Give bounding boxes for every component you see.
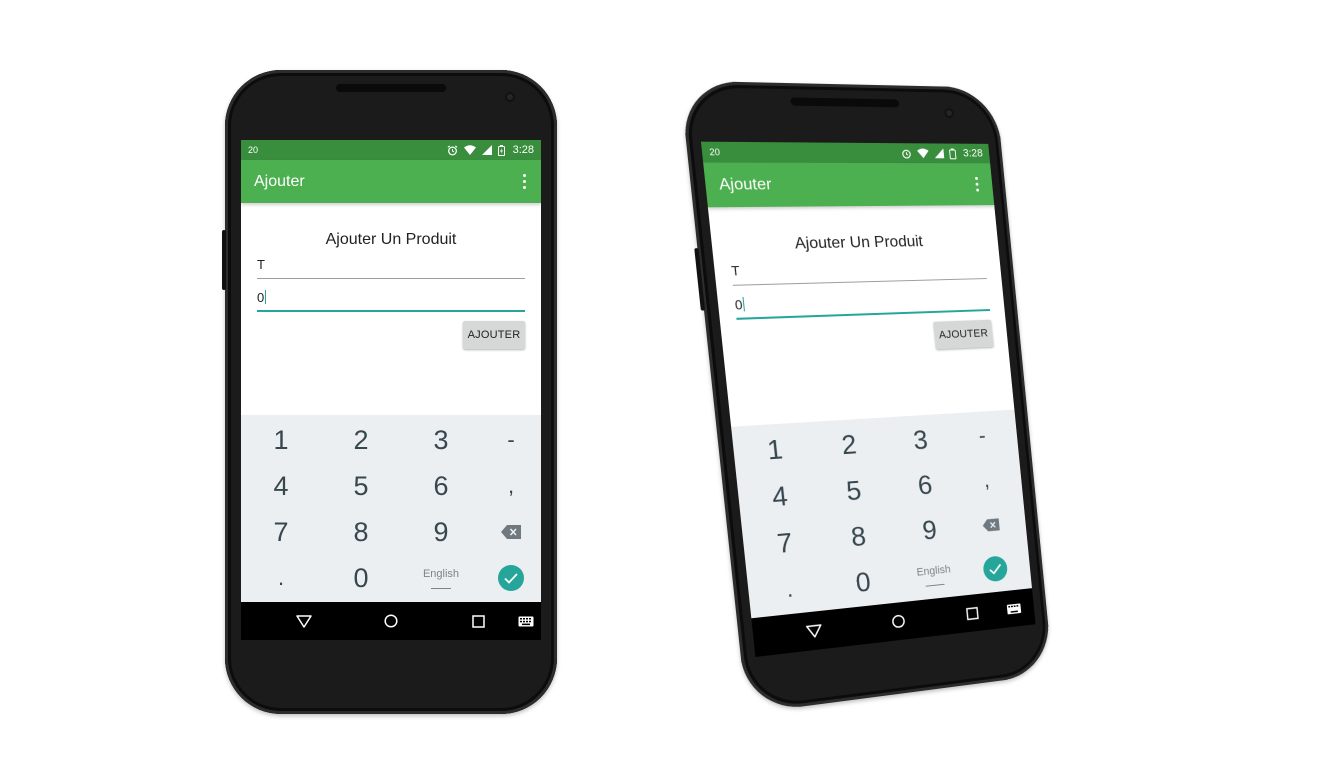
wifi-icon <box>463 145 476 155</box>
backspace-icon[interactable] <box>471 509 541 555</box>
key-9[interactable]: 9 <box>401 509 481 555</box>
key-6[interactable]: 6 <box>401 463 481 509</box>
volume-button <box>222 230 226 290</box>
app-bar: Ajouter <box>241 160 541 203</box>
overflow-menu-icon[interactable] <box>517 172 531 192</box>
status-bar: 20 3:28 <box>700 141 991 164</box>
signal-icon <box>481 145 492 155</box>
overflow-menu-icon[interactable] <box>969 174 984 194</box>
clock: 3:28 <box>512 144 534 156</box>
page-heading: Ajouter Un Produit <box>325 231 457 248</box>
key-comma[interactable]: , <box>947 455 1025 505</box>
key-8[interactable]: 8 <box>817 510 900 563</box>
clock: 3:28 <box>962 147 984 160</box>
product-name-value: T <box>257 257 265 272</box>
text-caret <box>742 296 746 312</box>
phone-angled: 20 3:28 Ajouter Ajouter Un Produit T 0 A… <box>679 80 1054 714</box>
text-caret <box>265 290 267 304</box>
phone-front: 20 3:28 Ajouter Ajouter Un Produit T 0 A… <box>222 70 557 714</box>
speaker-grille <box>790 97 900 108</box>
app-bar: Ajouter <box>703 162 995 208</box>
key-2[interactable]: 2 <box>321 417 401 463</box>
quantity-value: 0 <box>734 296 744 313</box>
home-icon[interactable] <box>371 602 411 640</box>
key-1[interactable]: 1 <box>241 417 321 463</box>
key-5[interactable]: 5 <box>812 465 895 517</box>
add-button[interactable]: AJOUTER <box>933 319 994 350</box>
keyboard-switch-icon[interactable] <box>994 588 1034 628</box>
wifi-icon <box>916 148 929 159</box>
key-comma[interactable]: , <box>471 463 541 509</box>
screen: 20 3:28 Ajouter Ajouter Un Produit T 0 A… <box>241 140 541 640</box>
key-2[interactable]: 2 <box>807 419 890 470</box>
check-icon <box>982 555 1009 583</box>
volume-button <box>694 248 706 311</box>
key-7[interactable]: 7 <box>741 516 827 570</box>
alarm-icon <box>900 148 912 159</box>
key-1[interactable]: 1 <box>731 424 817 476</box>
app-title: Ajouter <box>254 172 305 190</box>
alarm-icon <box>447 144 457 155</box>
key-5[interactable]: 5 <box>321 463 401 509</box>
key-0[interactable]: 0 <box>321 555 401 601</box>
key-minus[interactable]: - <box>471 417 541 463</box>
form-container: Ajouter Un Produit T 0 AJOUTER <box>708 205 1014 427</box>
key-3[interactable]: 3 <box>401 417 481 463</box>
navigation-bar <box>241 602 541 640</box>
backspace-icon[interactable] <box>952 499 1030 550</box>
product-name-field[interactable]: T <box>730 254 987 286</box>
key-7[interactable]: 7 <box>241 509 321 555</box>
language-key[interactable]: English <box>401 555 481 601</box>
product-name-field[interactable]: T <box>257 253 525 279</box>
form-container: Ajouter Un Produit T 0 AJOUTER <box>241 203 541 415</box>
recents-icon[interactable] <box>458 602 498 640</box>
back-icon[interactable] <box>284 602 324 640</box>
key-minus[interactable]: - <box>943 411 1021 460</box>
check-icon <box>498 565 524 591</box>
notification-count: 20 <box>708 146 721 158</box>
signal-icon <box>933 148 944 159</box>
done-key[interactable] <box>471 555 541 601</box>
key-period[interactable]: . <box>746 563 832 618</box>
page-heading: Ajouter Un Produit <box>794 233 924 253</box>
key-8[interactable]: 8 <box>321 509 401 555</box>
language-label: English <box>422 567 460 580</box>
notification-count: 20 <box>248 145 259 155</box>
battery-icon <box>497 144 505 156</box>
battery-icon <box>948 148 956 159</box>
front-camera <box>505 92 515 102</box>
key-period[interactable]: . <box>241 555 321 601</box>
numeric-keyboard: 1 2 3 - 4 5 6 , 7 8 9 . 0 English <box>731 409 1033 619</box>
keyboard-switch-icon[interactable] <box>506 602 541 640</box>
app-title: Ajouter <box>718 175 773 194</box>
done-key[interactable] <box>956 543 1033 595</box>
language-label: English <box>916 563 952 579</box>
back-icon[interactable] <box>792 610 836 653</box>
home-icon[interactable] <box>877 601 919 643</box>
product-name-value: T <box>730 262 741 279</box>
speaker-grille <box>336 84 446 92</box>
add-button[interactable]: AJOUTER <box>463 321 525 349</box>
recents-icon[interactable] <box>951 593 992 634</box>
quantity-field[interactable]: 0 <box>257 286 525 312</box>
key-4[interactable]: 4 <box>241 463 321 509</box>
status-bar: 20 3:28 <box>241 140 541 160</box>
key-0[interactable]: 0 <box>821 556 904 610</box>
numeric-keyboard: 1 2 3 - 4 5 6 , 7 8 9 . 0 English <box>241 415 541 602</box>
front-camera <box>943 108 955 119</box>
quantity-field[interactable]: 0 <box>734 286 991 320</box>
key-4[interactable]: 4 <box>736 470 822 523</box>
screen: 20 3:28 Ajouter Ajouter Un Produit T 0 A… <box>700 141 1036 657</box>
quantity-value: 0 <box>257 290 265 305</box>
